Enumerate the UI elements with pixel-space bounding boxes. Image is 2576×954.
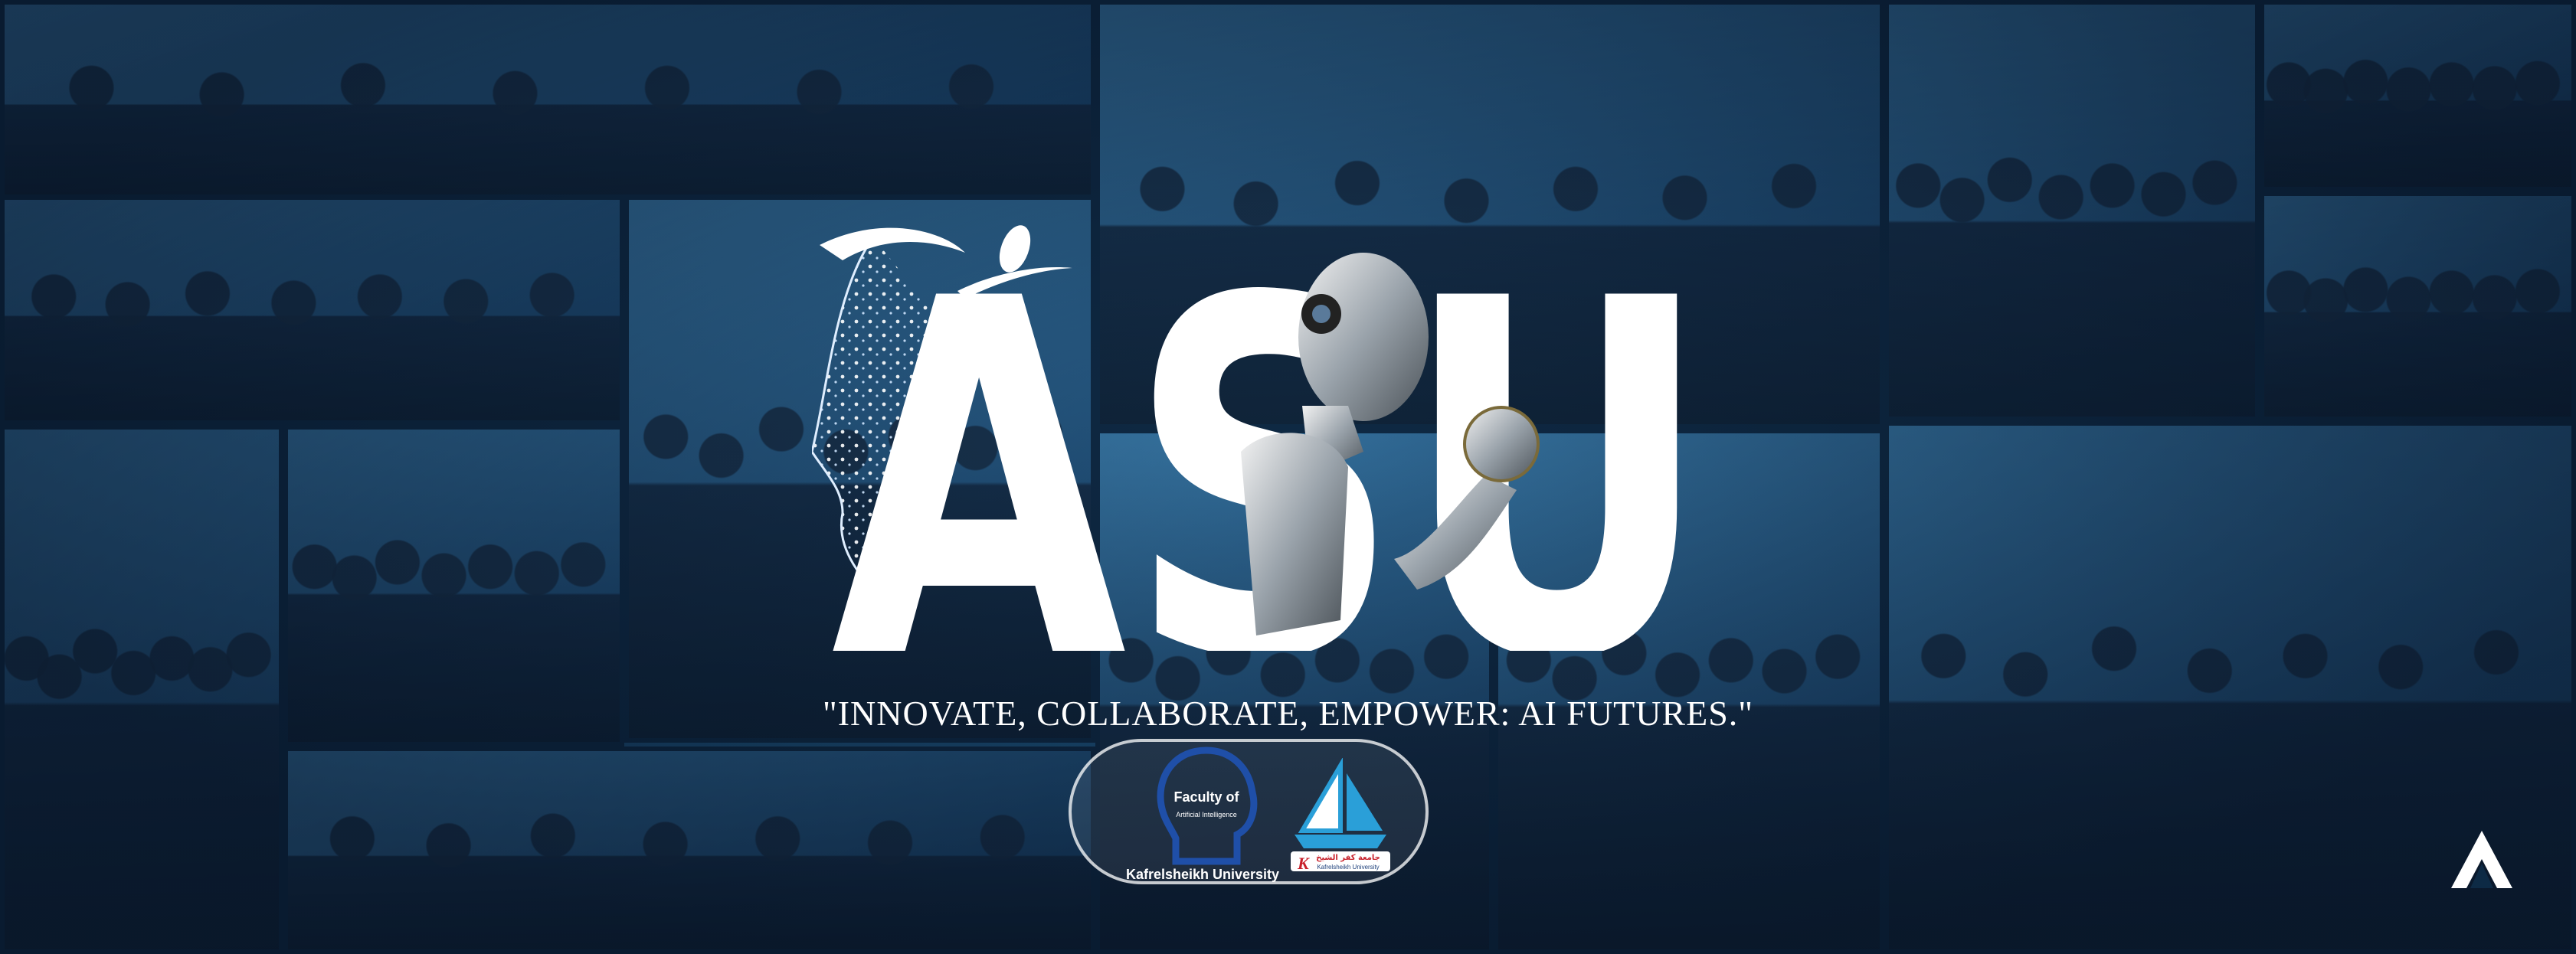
kafrelsheikh-university-logo: جامعة كفر الشيخ Kafrelsheikh University … — [1291, 758, 1390, 873]
svg-text:Kafrelsheikh University: Kafrelsheikh University — [1317, 864, 1379, 871]
asu-title-graphic: ASU — [812, 222, 1712, 651]
svg-text:Faculty of: Faculty of — [1173, 789, 1239, 805]
tagline: "INNOVATE, COLLABORATE, EMPOWER: AI FUTU… — [822, 694, 1754, 733]
corner-brand-icon — [2451, 831, 2512, 888]
faculty-logo: Faculty of Artificial Intelligence — [1157, 747, 1258, 865]
svg-text:Artificial Intelligence: Artificial Intelligence — [1176, 811, 1237, 818]
svg-text:جامعة كفر الشيخ: جامعة كفر الشيخ — [1316, 854, 1380, 862]
svg-text:K: K — [1297, 854, 1310, 873]
cover-banner: ASU "INNOVATE, COLLABORATE, EMPOWER: AI … — [0, 0, 2576, 954]
faculty-caption: Kafrelsheikh University — [1125, 867, 1280, 882]
